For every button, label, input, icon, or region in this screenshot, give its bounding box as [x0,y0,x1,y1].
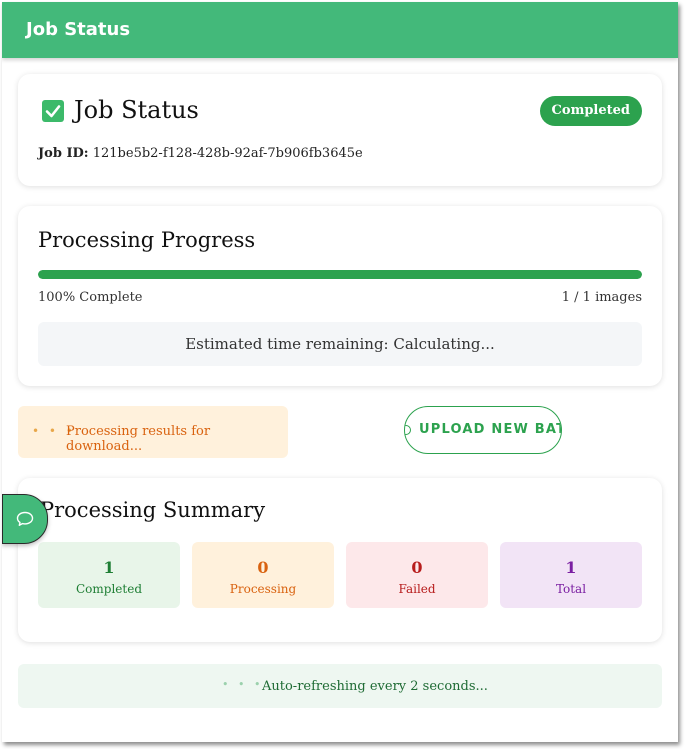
progress-card: Processing Progress 100% Complete 1 / 1 … [18,206,662,386]
stat-completed-value: 1 [103,558,115,577]
progress-title: Processing Progress [38,228,256,252]
app-window: Job Status Job Status Completed Job ID: … [2,2,678,742]
upload-icon [405,425,411,435]
check-box-icon [42,100,64,122]
job-status-card: Job Status Completed Job ID: 121be5b2-f1… [18,74,662,186]
job-id-label: Job ID: [38,146,89,161]
status-badge: Completed [539,96,642,126]
upload-new-batch-button[interactable]: UPLOAD NEW BATCH [404,406,562,454]
app-bar-title: Job Status [26,19,131,40]
refresh-dots-icon: • • • [222,678,264,691]
progress-bar [38,270,642,279]
processing-summary-card: Processing Summary 1 Completed 0 Process… [18,478,662,642]
app-bar: Job Status [2,2,678,58]
stat-total: 1 Total [500,542,642,608]
stat-failed-label: Failed [398,582,436,596]
auto-refresh-text: Auto-refreshing every 2 seconds... [262,679,488,694]
stat-processing: 0 Processing [192,542,334,608]
stat-failed: 0 Failed [346,542,488,608]
chat-button[interactable] [2,494,48,544]
progress-count: 1 / 1 images [561,290,642,305]
progress-bar-fill [38,270,642,279]
stat-failed-value: 0 [411,558,423,577]
job-status-title: Job Status [74,96,199,124]
processing-message-text: Processing results for download... [66,424,211,454]
stat-processing-label: Processing [229,582,297,596]
progress-percent: 100% Complete [38,290,143,305]
stat-total-value: 1 [565,558,577,577]
stat-processing-value: 0 [257,558,269,577]
processing-message: • • • Processing results for download... [18,406,288,458]
stat-completed-label: Completed [75,582,142,596]
stat-total-label: Total [555,582,587,596]
eta-box: Estimated time remaining: Calculating... [38,322,642,366]
upload-new-batch-label: UPLOAD NEW BATCH [419,422,561,437]
summary-title: Processing Summary [40,498,266,522]
auto-refresh-banner: • • • Auto-refreshing every 2 seconds... [18,664,662,708]
chat-bubble-icon [16,511,34,526]
job-id-row: Job ID: 121be5b2-f128-428b-92af-7b906fb3… [38,146,363,161]
job-id-value: 121be5b2-f128-428b-92af-7b906fb3645e [92,146,363,161]
stat-completed: 1 Completed [38,542,180,608]
